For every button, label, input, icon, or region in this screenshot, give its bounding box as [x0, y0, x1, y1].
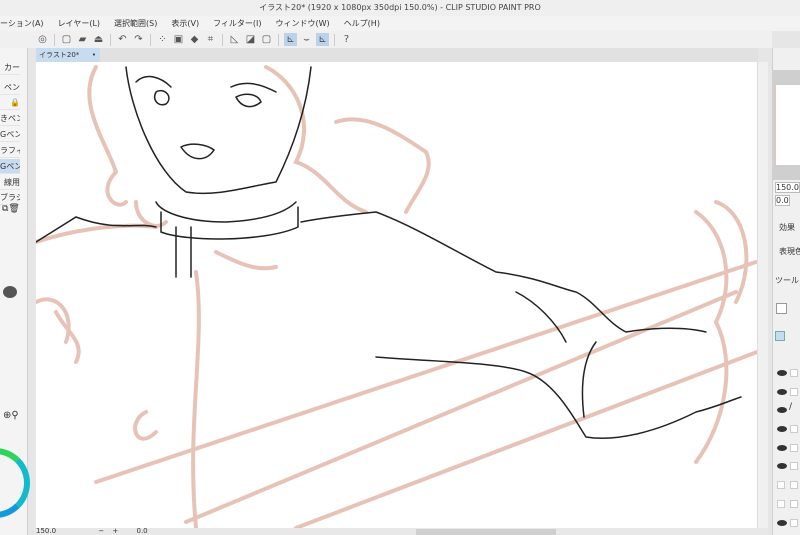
- horizontal-scrollbar-thumb[interactable]: [416, 529, 556, 535]
- menu-help[interactable]: ヘルプ(H): [344, 16, 380, 31]
- pen-edit-icon: ∕: [789, 402, 793, 412]
- snap-off-icon[interactable]: ◺: [228, 33, 241, 46]
- redo-icon[interactable]: ↷: [132, 33, 145, 46]
- transform-icon[interactable]: ⌗: [204, 33, 217, 46]
- help-icon[interactable]: ?: [340, 33, 353, 46]
- sub-tool-panel: カー ペン 🔒 きペン Gペン ラフィ Gペン 線用 ブラシ ⧉🗑 ⊕⚲: [0, 48, 30, 535]
- visibility-eye-icon[interactable]: [777, 445, 787, 451]
- visibility-eye-icon[interactable]: [777, 520, 787, 526]
- snap-curve-icon[interactable]: ⌣: [300, 33, 313, 46]
- status-bar: 150.0 − + 0.0: [36, 528, 768, 535]
- clip-studio-icon[interactable]: ◎: [36, 33, 49, 46]
- tab-bar: [36, 48, 758, 62]
- visibility-hidden[interactable]: [777, 481, 785, 489]
- menu-animation[interactable]: ーション(A): [0, 16, 44, 31]
- sub-tool-item[interactable]: ブラシ: [0, 190, 20, 205]
- sub-tool-item[interactable]: ラフィ: [0, 143, 20, 158]
- layer-checkbox[interactable]: [790, 425, 798, 433]
- settings-icons[interactable]: ⊕⚲: [3, 410, 19, 421]
- layer-checkbox[interactable]: [790, 444, 798, 452]
- deselect-icon[interactable]: ⁘: [156, 33, 169, 46]
- layer-checkbox[interactable]: [790, 462, 798, 470]
- fill-icon[interactable]: ◆: [188, 33, 201, 46]
- sub-tool-item[interactable]: ペン: [0, 80, 20, 95]
- menu-bar: ーション(A) レイヤー(L) 選択範囲(S) 表示(V) フィルター(I) ウ…: [0, 16, 800, 31]
- open-folder-icon[interactable]: ▰: [76, 33, 89, 46]
- canvas[interactable]: [36, 62, 757, 528]
- menu-filter[interactable]: フィルター(I): [213, 16, 261, 31]
- divider: [334, 33, 335, 46]
- menu-view[interactable]: 表示(V): [171, 16, 199, 31]
- color-expression-label: 表現色: [779, 247, 800, 256]
- sub-tool-item[interactable]: きペン: [0, 111, 20, 126]
- visibility-eye-icon[interactable]: [777, 463, 787, 469]
- layer-checkbox[interactable]: [790, 369, 798, 377]
- divider: [110, 33, 111, 46]
- sketch-artwork: [36, 65, 757, 528]
- command-bar: ◎ ▢ ▰ ⏏ ↶ ↷ ⁘ ▣ ◆ ⌗ ◺ ◪ ▢ ⊾ ⌣ ⊾ ?: [0, 31, 772, 48]
- clear-icon[interactable]: ▣: [172, 33, 185, 46]
- snap-special-icon[interactable]: ▢: [260, 33, 273, 46]
- sub-tool-item[interactable]: Gペン: [0, 127, 20, 142]
- modified-indicator: •: [91, 51, 96, 59]
- color-wheel[interactable]: [0, 448, 30, 518]
- status-zoom[interactable]: 150.0: [36, 527, 56, 535]
- layer-checkbox[interactable]: [790, 481, 798, 489]
- snap-ruler-icon[interactable]: ◪: [244, 33, 257, 46]
- menu-selection[interactable]: 選択範囲(S): [114, 16, 157, 31]
- visibility-eye-icon[interactable]: [777, 389, 787, 395]
- effect-label: 効果: [779, 223, 795, 232]
- navigator-rotation[interactable]: 0.0: [775, 195, 790, 206]
- new-file-icon[interactable]: ▢: [60, 33, 73, 46]
- snap-to-ruler-icon[interactable]: ⊾: [284, 33, 297, 46]
- brush-tip-preview[interactable]: [3, 286, 17, 298]
- zoom-in-button[interactable]: +: [112, 527, 118, 535]
- save-icon[interactable]: ⏏: [92, 33, 105, 46]
- menu-layer[interactable]: レイヤー(L): [58, 16, 100, 31]
- visibility-hidden[interactable]: [777, 500, 785, 508]
- layer-panel-tab-icon[interactable]: [775, 331, 785, 341]
- divider: [54, 33, 55, 46]
- divider: [278, 33, 279, 46]
- navigator-zoom[interactable]: 150.0: [775, 182, 800, 193]
- sub-tool-item-selected[interactable]: Gペン: [0, 159, 20, 174]
- document-tab[interactable]: イラスト20* •: [36, 48, 100, 62]
- menu-window[interactable]: ウィンドウ(W): [276, 16, 330, 31]
- document-tab-label: イラスト20*: [39, 51, 80, 59]
- tool-property-label: ツールプ: [775, 276, 800, 285]
- duplicate-trash-icons[interactable]: ⧉🗑: [2, 204, 20, 214]
- divider: [222, 33, 223, 46]
- sub-tool-item[interactable]: 線用: [0, 175, 20, 190]
- sub-tool-header: カー: [0, 60, 20, 75]
- blend-mode-select[interactable]: [776, 303, 787, 314]
- navigator-thumbnail[interactable]: [775, 85, 800, 165]
- title-bar: イラスト20* (1920 x 1080px 350dpi 150.0%) - …: [0, 0, 800, 16]
- divider: [150, 33, 151, 46]
- lock-icon: 🔒: [10, 98, 20, 107]
- sub-tool-item-locked[interactable]: 🔒: [0, 95, 20, 110]
- layer-checkbox[interactable]: [790, 500, 798, 508]
- snap-grid-icon[interactable]: ⊾: [316, 33, 329, 46]
- layer-checkbox[interactable]: [790, 519, 798, 527]
- zoom-out-button[interactable]: −: [98, 527, 104, 535]
- visibility-eye-icon[interactable]: [777, 370, 787, 376]
- navigator-layer-panel: 150.0 0.0 効果 表現色 ツールプ ∕: [772, 48, 800, 535]
- visibility-eye-icon[interactable]: [777, 426, 787, 432]
- visibility-eye-icon[interactable]: [777, 407, 787, 413]
- vertical-scrollbar[interactable]: [757, 62, 768, 528]
- undo-icon[interactable]: ↶: [116, 33, 129, 46]
- layer-checkbox[interactable]: [790, 388, 798, 396]
- status-angle[interactable]: 0.0: [137, 527, 148, 535]
